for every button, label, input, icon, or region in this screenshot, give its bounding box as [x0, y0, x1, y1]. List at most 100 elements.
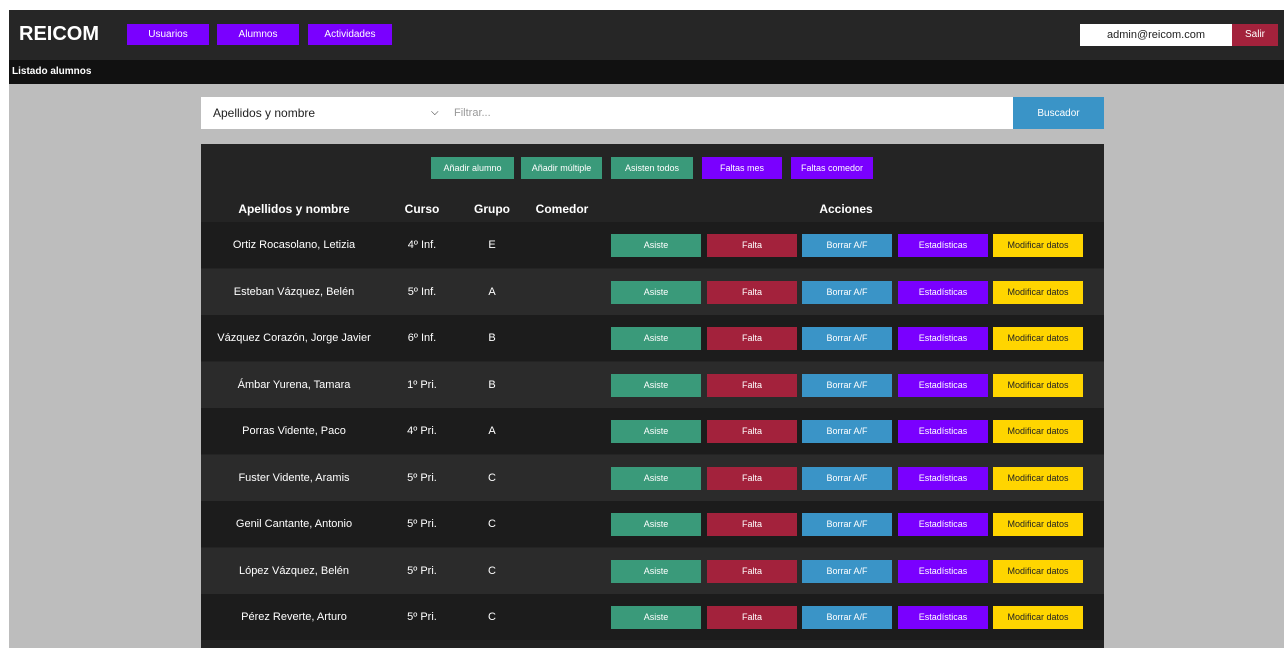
- table-row: Esteban Vázquez, Belén 5º Inf. A Asiste Falt…: [201, 268, 1104, 315]
- attend-button[interactable]: Asiste: [611, 373, 701, 397]
- absence-button[interactable]: Falta: [707, 559, 797, 583]
- student-group: B: [488, 332, 496, 344]
- add-student-button[interactable]: Añadir alumno: [431, 157, 514, 179]
- attend-button[interactable]: Asiste: [611, 420, 701, 443]
- logout-button[interactable]: Salir: [1232, 24, 1278, 46]
- absence-button[interactable]: Falta: [707, 606, 797, 629]
- student-group: A: [488, 425, 496, 437]
- absence-button[interactable]: Falta: [707, 327, 797, 350]
- table-row: Ámbar Yurena, Tamara 1º Pri. B Asiste Falta B…: [201, 361, 1104, 408]
- statistics-button[interactable]: Estadísticas: [898, 420, 988, 443]
- brand-logo[interactable]: REICOM: [19, 23, 99, 46]
- table-row: Vázquez Corazón, Jorge Javier 6º Inf. B Asi…: [201, 315, 1104, 361]
- student-course: 4º Pri.: [407, 425, 437, 437]
- clear-attendance-button[interactable]: Borrar A/F: [802, 559, 892, 583]
- statistics-button[interactable]: Estadísticas: [898, 606, 988, 629]
- table-row: Pérez Reverte, Arturo 5º Pri. C Asiste Falta…: [201, 594, 1104, 640]
- clear-attendance-button[interactable]: Borrar A/F: [802, 327, 892, 350]
- student-course: 1º Pri.: [407, 378, 437, 391]
- absence-button[interactable]: Falta: [707, 513, 797, 536]
- absences-dining-button[interactable]: Faltas comedor: [791, 157, 873, 179]
- edit-data-button[interactable]: Modificar datos: [993, 327, 1083, 350]
- student-dining: [527, 315, 597, 361]
- statistics-button[interactable]: Estadísticas: [898, 280, 988, 304]
- student-course: 6º Inf.: [407, 332, 437, 344]
- absence-button[interactable]: Falta: [707, 420, 797, 443]
- attend-button[interactable]: Asiste: [611, 234, 701, 257]
- header-course: Curso: [404, 202, 440, 216]
- search-input[interactable]: [444, 97, 1013, 129]
- student-course: 5º Pri.: [407, 471, 437, 484]
- student-dining: [527, 362, 597, 408]
- all-attend-button[interactable]: Asisten todos: [611, 157, 693, 179]
- student-name: Porras Vidente, Paco: [242, 425, 346, 437]
- clear-attendance-button[interactable]: Borrar A/F: [802, 606, 892, 629]
- search-button[interactable]: Buscador: [1013, 97, 1104, 129]
- nav-actividades-button[interactable]: Actividades: [308, 24, 392, 45]
- edit-data-button[interactable]: Modificar datos: [993, 606, 1083, 629]
- absence-button[interactable]: Falta: [707, 466, 797, 490]
- student-name: Ortiz Rocasolano, Letizia: [232, 239, 356, 251]
- attend-button[interactable]: Asiste: [611, 327, 701, 350]
- clear-attendance-button[interactable]: Borrar A/F: [802, 420, 892, 443]
- student-group: C: [488, 611, 496, 623]
- student-dining: [527, 501, 597, 547]
- student-group: E: [488, 239, 496, 251]
- window-frame-left: [0, 0, 9, 648]
- search-field-select[interactable]: Apellidos y nombre ⌵: [201, 97, 444, 129]
- edit-data-button[interactable]: Modificar datos: [993, 373, 1083, 397]
- attend-button[interactable]: Asiste: [611, 559, 701, 583]
- clear-attendance-button[interactable]: Borrar A/F: [802, 280, 892, 304]
- statistics-button[interactable]: Estadísticas: [898, 513, 988, 536]
- edit-data-button[interactable]: Modificar datos: [993, 559, 1083, 583]
- absence-button[interactable]: Falta: [707, 234, 797, 257]
- student-course: 5º Pri.: [407, 611, 437, 623]
- student-name: Esteban Vázquez, Belén: [233, 285, 355, 298]
- student-name: Vázquez Corazón, Jorge Javier: [217, 332, 371, 344]
- student-name: Ámbar Yurena, Tamara: [237, 378, 351, 391]
- absence-button[interactable]: Falta: [707, 280, 797, 304]
- header-name: Apellidos y nombre: [238, 202, 350, 216]
- statistics-button[interactable]: Estadísticas: [898, 466, 988, 490]
- edit-data-button[interactable]: Modificar datos: [993, 466, 1083, 490]
- edit-data-button[interactable]: Modificar datos: [993, 234, 1083, 257]
- table-row: Ortiz Rocasolano, Letizia 4º Inf. E Asiste F…: [201, 222, 1104, 268]
- student-dining: [527, 548, 597, 594]
- edit-data-button[interactable]: Modificar datos: [993, 280, 1083, 304]
- statistics-button[interactable]: Estadísticas: [898, 559, 988, 583]
- student-dining: [527, 222, 597, 268]
- absence-button[interactable]: Falta: [707, 373, 797, 397]
- attend-button[interactable]: Asiste: [611, 280, 701, 304]
- attend-button[interactable]: Asiste: [611, 513, 701, 536]
- absences-month-button[interactable]: Faltas mes: [702, 157, 782, 179]
- statistics-button[interactable]: Estadísticas: [898, 234, 988, 257]
- clear-attendance-button[interactable]: Borrar A/F: [802, 373, 892, 397]
- student-name: Pérez Reverte, Arturo: [241, 611, 347, 623]
- statistics-button[interactable]: Estadísticas: [898, 327, 988, 350]
- clear-attendance-button[interactable]: Borrar A/F: [802, 466, 892, 490]
- student-group: A: [488, 285, 496, 298]
- page-title: Listado alumnos: [9, 60, 1284, 84]
- edit-data-button[interactable]: Modificar datos: [993, 513, 1083, 536]
- window-frame-top: [0, 0, 1284, 10]
- nav-alumnos-button[interactable]: Alumnos: [217, 24, 299, 45]
- student-course: 5º Pri.: [407, 564, 437, 577]
- nav-usuarios-button[interactable]: Usuarios: [127, 24, 209, 45]
- student-name: Genil Cantante, Antonio: [235, 518, 353, 530]
- student-name: Fuster Vidente, Aramis: [238, 471, 350, 484]
- header-actions: Acciones: [819, 202, 873, 216]
- statistics-button[interactable]: Estadísticas: [898, 373, 988, 397]
- chevron-down-icon: ⌵: [431, 107, 439, 118]
- student-name: López Vázquez, Belén: [238, 564, 350, 577]
- student-group: C: [488, 564, 496, 577]
- attend-button[interactable]: Asiste: [611, 466, 701, 490]
- edit-data-button[interactable]: Modificar datos: [993, 420, 1083, 443]
- attend-button[interactable]: Asiste: [611, 606, 701, 629]
- add-multiple-button[interactable]: Añadir múltiple: [521, 157, 602, 179]
- clear-attendance-button[interactable]: Borrar A/F: [802, 234, 892, 257]
- search-field-selected: Apellidos y nombre: [213, 106, 316, 120]
- clear-attendance-button[interactable]: Borrar A/F: [802, 513, 892, 536]
- student-group: C: [488, 471, 496, 484]
- search-bar: Apellidos y nombre ⌵ Buscador: [201, 97, 1104, 129]
- table-row: Fuster Vidente, Aramis 5º Pri. C Asiste Falt…: [201, 454, 1104, 501]
